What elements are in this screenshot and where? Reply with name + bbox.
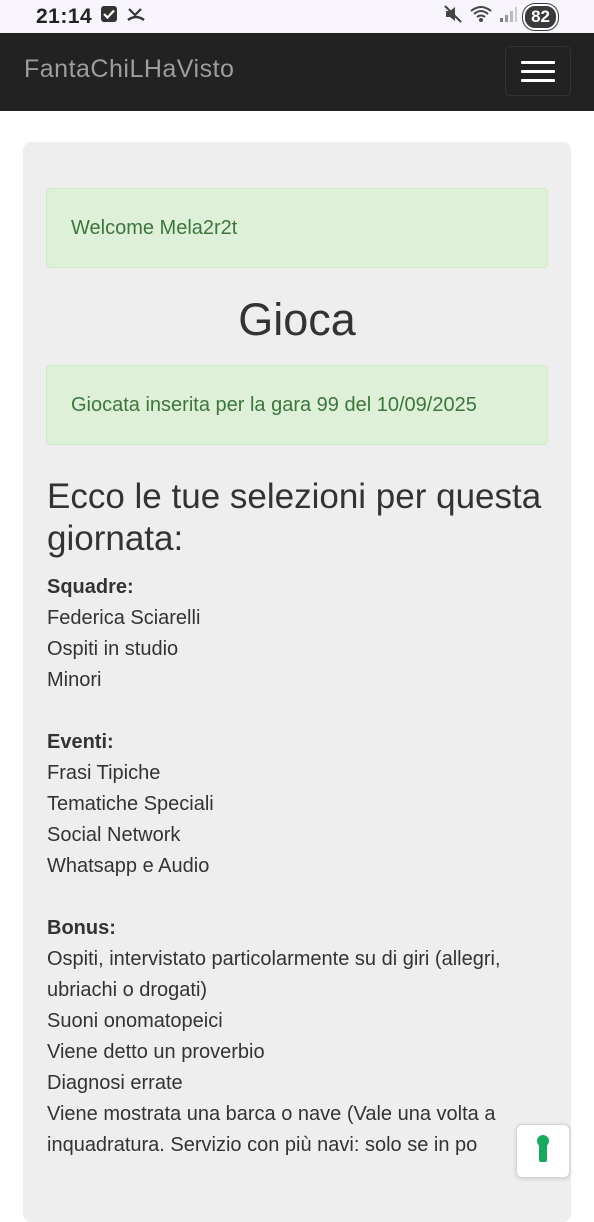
mute-icon — [443, 4, 463, 29]
list-item: Viene detto un proverbio — [47, 1041, 265, 1063]
hamburger-icon — [521, 60, 555, 64]
navbar: FantaChiLHaVisto — [0, 33, 594, 111]
list-item: Frasi Tipiche — [47, 762, 161, 784]
status-bar: 21:14 82 — [0, 0, 594, 33]
hamburger-icon-bar — [521, 69, 555, 73]
wifi-icon — [469, 4, 493, 29]
signal-icon — [499, 5, 518, 28]
list-item: Whatsapp e Audio — [47, 855, 210, 877]
list-item: Suoni onomatopeici — [47, 1010, 223, 1032]
status-right: 82 — [443, 3, 558, 30]
list-item: Social Network — [47, 824, 181, 846]
password-manager-button[interactable] — [516, 1124, 570, 1178]
main-card: Welcome Mela2r2t Gioca Giocata inserita … — [23, 142, 571, 1222]
selections-list: Squadre: Federica Sciarelli Ospiti in st… — [47, 572, 547, 1161]
menu-toggle-button[interactable] — [505, 46, 571, 96]
eventi-label: Eventi: — [47, 731, 114, 753]
list-item: Ospiti in studio — [47, 638, 179, 660]
bonus-label: Bonus: — [47, 917, 116, 939]
missed-call-icon — [126, 5, 146, 28]
list-item: Ospiti, intervistato particolarmente su … — [47, 948, 501, 1001]
list-item: Viene mostrata una barca o nave (Vale un… — [47, 1103, 496, 1156]
squadre-label: Squadre: — [47, 576, 134, 598]
keyhole-icon — [535, 1134, 551, 1169]
list-item: Diagnosi errate — [47, 1072, 183, 1094]
status-time: 21:14 — [36, 4, 93, 28]
list-item: Federica Sciarelli — [47, 607, 201, 629]
welcome-alert: Welcome Mela2r2t — [46, 188, 548, 268]
checkbox-notification-icon — [100, 5, 118, 28]
page-title: Gioca — [238, 294, 356, 345]
list-item: Minori — [47, 669, 102, 691]
list-item: Tematiche Speciali — [47, 793, 214, 815]
battery-indicator: 82 — [523, 3, 558, 30]
navbar-brand[interactable]: FantaChiLHaVisto — [24, 55, 234, 84]
success-alert: Giocata inserita per la gara 99 del 10/0… — [46, 365, 548, 445]
hamburger-icon-bar — [521, 78, 555, 82]
selections-heading: Ecco le tue selezioni per questa giornat… — [47, 477, 542, 558]
success-text: Giocata inserita per la gara 99 del 10/0… — [71, 393, 477, 416]
status-left: 21:14 — [36, 5, 146, 29]
welcome-text: Welcome Mela2r2t — [71, 216, 238, 239]
